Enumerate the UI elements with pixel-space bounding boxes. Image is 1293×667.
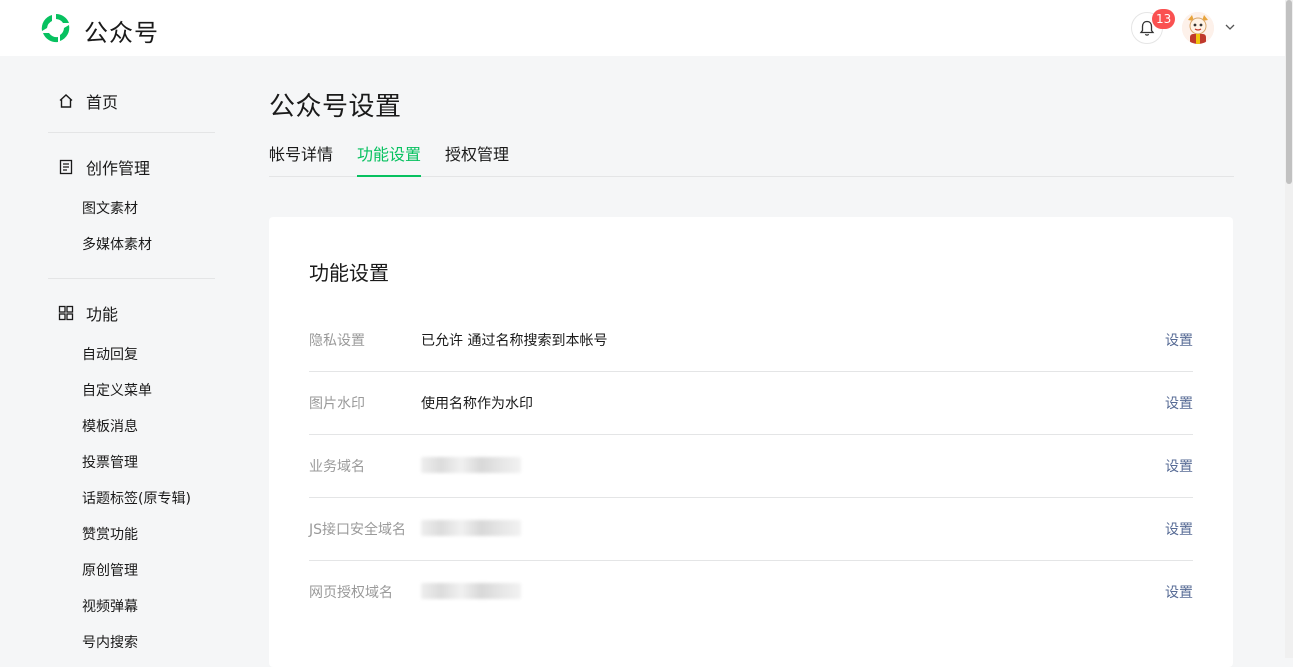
sidebar-item-media-material[interactable]: 多媒体素材 xyxy=(82,235,152,255)
page-title: 公众号设置 xyxy=(269,92,402,122)
sidebar-item-in-account-search[interactable]: 号内搜索 xyxy=(82,633,138,653)
row-label: 图片水印 xyxy=(309,396,365,412)
settings-link[interactable]: 设置 xyxy=(1165,456,1193,476)
sidebar-item-auto-reply[interactable]: 自动回复 xyxy=(82,345,138,365)
page-scrollbar[interactable] xyxy=(1285,0,1293,658)
settings-link[interactable]: 设置 xyxy=(1165,582,1193,602)
redacted-value xyxy=(421,520,521,536)
settings-link[interactable]: 设置 xyxy=(1165,393,1193,413)
home-icon xyxy=(59,94,73,108)
tab-account-details[interactable]: 帐号详情 xyxy=(269,144,333,177)
scrollbar-thumb[interactable] xyxy=(1286,0,1292,184)
brand-title: 公众号 xyxy=(84,19,159,47)
avatar-image-icon xyxy=(1182,12,1214,44)
sidebar-divider xyxy=(48,278,215,279)
feature-settings-card: 功能设置 隐私设置 已允许 通过名称搜索到本帐号 设置 图片水印 使用名称作为水… xyxy=(269,217,1233,667)
redacted-value xyxy=(421,457,521,473)
sidebar-group-creation[interactable]: 创作管理 xyxy=(58,157,151,178)
row-label: JS接口安全域名 xyxy=(309,522,407,538)
sidebar-group-features[interactable]: 功能 xyxy=(58,303,119,324)
settings-link[interactable]: 设置 xyxy=(1165,330,1193,350)
row-value: 已允许 通过名称搜索到本帐号 xyxy=(421,333,608,349)
top-header: 公众号 13 xyxy=(0,0,1285,56)
sidebar-item-home[interactable]: 首页 xyxy=(58,91,119,112)
settings-row-watermark: 图片水印 使用名称作为水印 设置 xyxy=(309,372,1193,435)
sidebar-item-topic-tags[interactable]: 话题标签(原专辑) xyxy=(82,489,191,509)
grid-icon xyxy=(58,305,74,321)
sidebar-group-label: 创作管理 xyxy=(86,159,151,178)
row-value: 使用名称作为水印 xyxy=(421,396,533,412)
card-title: 功能设置 xyxy=(309,261,389,285)
settings-row-business-domain: 业务域名 设置 xyxy=(309,435,1193,498)
tab-feature-settings[interactable]: 功能设置 xyxy=(357,144,422,177)
settings-row-js-domain: JS接口安全域名 设置 xyxy=(309,498,1193,561)
settings-row-privacy: 隐私设置 已允许 通过名称搜索到本帐号 设置 xyxy=(309,309,1193,372)
sidebar-item-video-danmaku[interactable]: 视频弹幕 xyxy=(82,597,138,617)
notification-badge: 13 xyxy=(1152,9,1176,29)
document-icon xyxy=(59,159,73,175)
wechat-logo-icon[interactable] xyxy=(38,11,74,45)
row-label: 业务域名 xyxy=(309,459,365,475)
sidebar-item-label: 首页 xyxy=(86,93,119,112)
tab-authorization-management[interactable]: 授权管理 xyxy=(445,144,509,177)
sidebar-item-image-text-material[interactable]: 图文素材 xyxy=(82,199,138,219)
sidebar-divider xyxy=(48,132,215,133)
sidebar-item-vote-management[interactable]: 投票管理 xyxy=(82,453,138,473)
row-label: 隐私设置 xyxy=(309,333,365,349)
sidebar: 首页 创作管理 图文素材 多媒体素材 功能 自动回复 自定义菜单 模板消息 投票… xyxy=(48,56,215,658)
settings-row-oauth-domain: 网页授权域名 设置 xyxy=(309,561,1193,624)
tab-bar: 帐号详情 功能设置 授权管理 xyxy=(269,144,1234,177)
avatar[interactable] xyxy=(1182,12,1214,44)
sidebar-item-original-management[interactable]: 原创管理 xyxy=(82,561,138,581)
sidebar-item-custom-menu[interactable]: 自定义菜单 xyxy=(82,381,152,401)
settings-link[interactable]: 设置 xyxy=(1165,519,1193,539)
sidebar-item-reward[interactable]: 赞赏功能 xyxy=(82,525,138,545)
sidebar-item-template-message[interactable]: 模板消息 xyxy=(82,417,138,437)
sidebar-group-label: 功能 xyxy=(86,305,119,324)
row-label: 网页授权域名 xyxy=(309,585,393,601)
redacted-value xyxy=(421,583,521,599)
chevron-down-icon[interactable] xyxy=(1224,22,1236,32)
